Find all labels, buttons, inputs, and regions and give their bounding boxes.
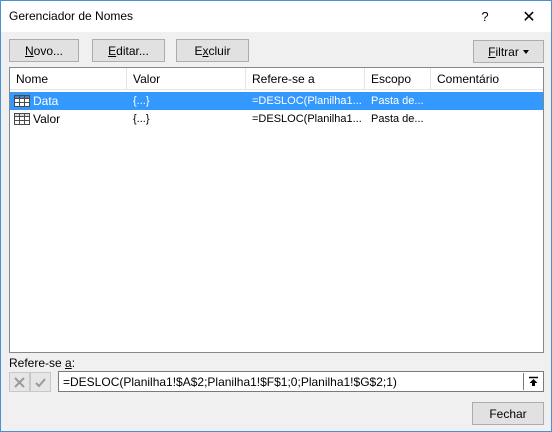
row-comment [437,92,537,110]
new-button[interactable]: Novo... [9,39,79,62]
name-manager-dialog: Gerenciador de Nomes ? ✕ Novo... Editar.… [0,0,552,432]
table-grid-icon [14,95,30,107]
row-scope: Pasta de... [371,113,424,125]
edit-button[interactable]: Editar... [92,39,165,62]
refers-to-label: Refere-se a: [9,356,75,370]
filter-button[interactable]: Filtrar [473,40,544,63]
checkmark-icon [35,377,46,387]
column-header-scope[interactable]: Escopo [365,68,431,90]
cancel-edit-button[interactable] [9,372,30,392]
delete-label-post: cluir [208,43,231,58]
column-header-value[interactable]: Valor [127,68,246,90]
row-name: Valor [33,112,61,126]
names-list[interactable]: Nome Valor Refere-se a Escopo Comentário… [9,67,544,353]
collapse-dialog-button[interactable] [523,373,542,390]
help-button[interactable]: ? [463,1,507,32]
close-window-button[interactable]: ✕ [507,1,551,32]
list-header: Nome Valor Refere-se a Escopo Comentário [10,68,543,90]
refers-to-input[interactable]: =DESLOC(Planilha1!$A$2;Planilha1!$F$1;0;… [58,371,544,392]
delete-label-pre: E [194,43,203,58]
cancel-x-icon [14,376,25,388]
row-refers: =DESLOC(Planilha1... [252,95,362,107]
refers-label-post: : [71,356,76,370]
edit-label-post: ditar... [116,43,149,58]
table-grid-icon [14,113,30,125]
title-bar: Gerenciador de Nomes ? ✕ [1,1,551,32]
row-scope: Pasta de... [371,95,424,107]
refers-to-value: =DESLOC(Planilha1!$A$2;Planilha1!$F$1;0;… [63,375,397,389]
table-row[interactable]: Data {...} =DESLOC(Planilha1... Pasta de… [10,92,543,110]
column-header-comment[interactable]: Comentário [431,68,543,90]
edit-label-accel: E [108,43,117,58]
refers-label-accel: a [65,356,72,370]
new-label-accel: N [24,43,34,58]
close-button[interactable]: Fechar [472,402,544,425]
confirm-edit-button[interactable] [30,372,51,392]
refers-label-pre: Refere-se [9,356,66,370]
collapse-arrow-icon [528,376,538,386]
filter-label-post: iltrar [495,44,519,59]
row-value: {...} [133,113,150,125]
column-header-refers[interactable]: Refere-se a [246,68,365,90]
row-comment [437,110,537,128]
dialog-title: Gerenciador de Nomes [9,9,134,23]
new-label-post: ovo... [33,43,64,58]
table-row[interactable]: Valor {...} =DESLOC(Planilha1... Pasta d… [10,110,543,128]
dropdown-caret-icon [522,49,529,54]
row-value: {...} [133,95,150,107]
column-header-name[interactable]: Nome [10,68,127,90]
filter-label-accel: F [488,44,496,59]
delete-button[interactable]: Ex cluir [176,39,249,62]
row-refers: =DESLOC(Planilha1... [252,113,362,125]
row-name: Data [33,94,59,108]
